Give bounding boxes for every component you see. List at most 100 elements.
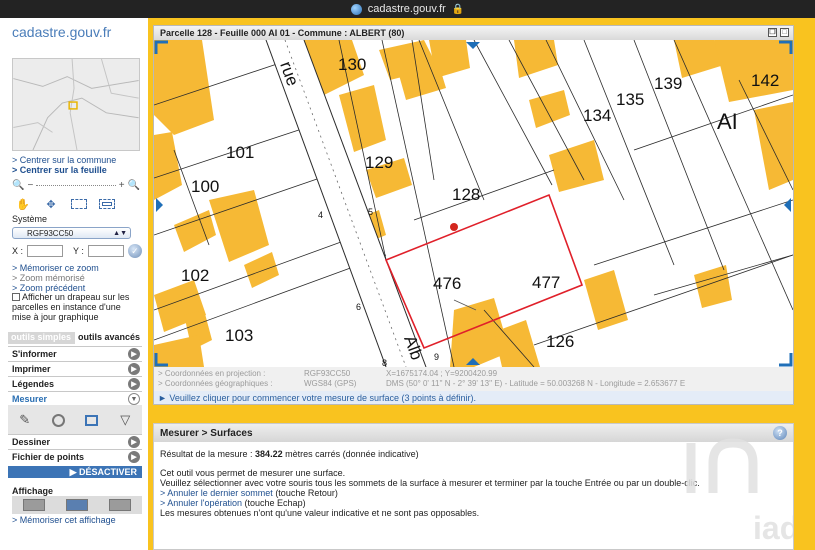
surfaces-title: Mesurer > Surfaces bbox=[160, 427, 253, 439]
memorize-display-link[interactable]: > Mémoriser cet affichage bbox=[12, 515, 116, 525]
memorized-zoom-link[interactable]: > Zoom mémorisé bbox=[12, 273, 85, 283]
parcel-label: 477 bbox=[532, 273, 560, 292]
menu-dessiner[interactable]: Dessiner ▶ bbox=[8, 434, 142, 448]
menu-imprimer[interactable]: Imprimer ▶ bbox=[8, 361, 142, 375]
coordinates-bar: > Coordonnées en projection : RGF93CC50 … bbox=[154, 367, 793, 391]
minimap-drawing bbox=[13, 59, 139, 150]
validate-coords-button[interactable]: ✓ bbox=[127, 244, 142, 258]
menu-fichier-points[interactable]: Fichier de points ▶ bbox=[8, 449, 142, 463]
desactiver-button[interactable]: ▶ DÉSACTIVER bbox=[8, 466, 142, 478]
parcel-label: 130 bbox=[338, 55, 366, 74]
street-number: 4 bbox=[318, 210, 323, 220]
undo-last-vertex-link[interactable]: > Annuler le dernier sommet bbox=[160, 488, 273, 498]
flag-checkbox-label: Afficher un drapeau sur les parcelles en… bbox=[12, 292, 130, 322]
parcel-label: 142 bbox=[751, 71, 779, 90]
parcel-label: AI bbox=[717, 109, 738, 134]
overview-minimap[interactable] bbox=[12, 58, 140, 151]
y-input[interactable] bbox=[87, 245, 124, 257]
tab-outils-avances[interactable]: outils avancés bbox=[75, 332, 142, 344]
cadastral-map[interactable]: 130 139 142 134 135 AI 101 129 128 100 1… bbox=[154, 40, 793, 367]
play-arrow-icon: ▶ bbox=[128, 436, 140, 448]
projection-system: RGF93CC50 bbox=[304, 369, 351, 378]
circle-measure-icon[interactable] bbox=[48, 410, 68, 430]
display-mode-selected-icon[interactable] bbox=[65, 499, 88, 511]
geographic-coords-label: > Coordonnées géographiques : bbox=[158, 379, 273, 388]
globe-icon bbox=[350, 3, 362, 15]
site-logo[interactable]: cadastre.gouv.fr bbox=[12, 24, 111, 40]
parcel-label: 126 bbox=[546, 332, 574, 351]
zoom-out-icon[interactable]: 🔍 bbox=[12, 180, 24, 191]
memorize-zoom-link[interactable]: > Mémoriser ce zoom bbox=[12, 263, 99, 273]
parcel-label: 100 bbox=[191, 177, 219, 196]
pan-hand-icon[interactable]: ✋ bbox=[12, 196, 34, 212]
systeme-select[interactable]: RGF93CC50 ▲▼ bbox=[12, 227, 131, 239]
systeme-label: Système bbox=[12, 214, 48, 224]
move-arrows-icon[interactable]: ✥ bbox=[40, 196, 62, 212]
geographic-system: WGS84 (GPS) bbox=[304, 379, 357, 388]
play-arrow-icon: ▶ bbox=[128, 363, 140, 375]
play-arrow-icon: ▶ bbox=[128, 378, 140, 390]
lock-icon: 🔒 bbox=[451, 3, 465, 15]
iad-watermark-logo: iad bbox=[686, 438, 793, 546]
tab-outils-simples[interactable]: outils simples bbox=[8, 332, 75, 344]
display-mode-icon[interactable] bbox=[109, 499, 132, 511]
coordinate-inputs: X : Y : ✓ bbox=[12, 244, 142, 258]
zoom-slider[interactable]: 🔍 − + 🔍 bbox=[12, 178, 140, 192]
menu-dessiner-label: Dessiner bbox=[12, 436, 51, 447]
parcel-label: 129 bbox=[365, 153, 393, 172]
ruler-icon[interactable]: ✎ bbox=[15, 410, 35, 430]
browser-title-bar: cadastre.gouv.fr 🔒 bbox=[0, 0, 815, 18]
menu-mesurer[interactable]: Mesurer ▼ bbox=[8, 391, 142, 405]
restore-window-icon[interactable]: ❐ bbox=[768, 28, 777, 37]
center-commune-link[interactable]: > Centrer sur la commune bbox=[12, 155, 116, 165]
parcel-label: 476 bbox=[433, 274, 461, 293]
cancel-operation-link[interactable]: > Annuler l'opération bbox=[160, 498, 242, 508]
systeme-value: RGF93CC50 bbox=[27, 228, 74, 238]
parcel-label: 135 bbox=[616, 90, 644, 109]
play-arrow-icon: ▶ bbox=[69, 466, 79, 477]
street-number: 6 bbox=[356, 302, 361, 312]
play-arrow-icon: ▶ bbox=[128, 451, 140, 463]
browser-url[interactable]: cadastre.gouv.fr bbox=[368, 3, 446, 15]
zoom-plus[interactable]: + bbox=[119, 180, 125, 191]
cancel-operation-key: (touche Echap) bbox=[242, 498, 306, 508]
y-label: Y : bbox=[73, 246, 84, 256]
parcel-label: 101 bbox=[226, 143, 254, 162]
projection-coords-label: > Coordonnées en projection : bbox=[158, 369, 266, 378]
display-mode-icon[interactable] bbox=[22, 499, 45, 511]
menu-informer-label: S'informer bbox=[12, 348, 57, 359]
display-mode-row bbox=[12, 496, 142, 514]
map-tools-row: ✋ ✥ bbox=[12, 196, 118, 212]
center-feuille-link[interactable]: > Centrer sur la feuille bbox=[12, 165, 107, 175]
menu-informer[interactable]: S'informer ▶ bbox=[8, 346, 142, 360]
menu-mesurer-label: Mesurer bbox=[12, 393, 48, 404]
angle-measure-icon[interactable]: ▽ bbox=[115, 410, 135, 430]
street-number: 9 bbox=[434, 352, 439, 362]
zoom-in-icon[interactable]: 🔍 bbox=[128, 180, 140, 191]
result-value: 384.22 bbox=[255, 449, 283, 459]
x-input[interactable] bbox=[27, 245, 64, 257]
zoom-box-icon[interactable] bbox=[68, 196, 90, 212]
tools-tabs: outils simples outils avancés bbox=[8, 332, 142, 344]
street-number: 8 bbox=[382, 358, 387, 367]
menu-legendes-label: Légendes bbox=[12, 378, 55, 389]
surface-measure-icon[interactable] bbox=[82, 410, 102, 430]
street-number: 5 bbox=[368, 207, 373, 217]
result-suffix: mètres carrés (donnée indicative) bbox=[282, 449, 419, 459]
chevron-down-icon: ▼ bbox=[128, 393, 140, 405]
flag-checkbox-row[interactable]: Afficher un drapeau sur les parcelles en… bbox=[12, 292, 142, 322]
surfaces-panel: Mesurer > Surfaces ? Résultat de la mesu… bbox=[153, 423, 794, 550]
zoom-extent-icon[interactable] bbox=[96, 196, 118, 212]
menu-legendes[interactable]: Légendes ▶ bbox=[8, 376, 142, 390]
projection-values: X=1675174.04 ; Y=9200420.99 bbox=[386, 369, 498, 378]
select-arrows-icon: ▲▼ bbox=[113, 229, 127, 237]
zoom-minus[interactable]: − bbox=[27, 180, 33, 191]
menu-fichier-label: Fichier de points bbox=[12, 451, 85, 462]
maximize-window-icon[interactable]: □ bbox=[780, 28, 789, 37]
cadastral-map-drawing: 130 139 142 134 135 AI 101 129 128 100 1… bbox=[154, 40, 793, 367]
flag-checkbox[interactable] bbox=[12, 293, 20, 301]
desactiver-label: DÉSACTIVER bbox=[78, 467, 137, 477]
zoom-track[interactable] bbox=[36, 184, 116, 186]
left-panel: cadastre.gouv.fr > Centrer sur la commun… bbox=[0, 18, 148, 550]
map-window-title: Parcelle 128 - Feuille 000 AI 01 - Commu… bbox=[160, 28, 405, 38]
